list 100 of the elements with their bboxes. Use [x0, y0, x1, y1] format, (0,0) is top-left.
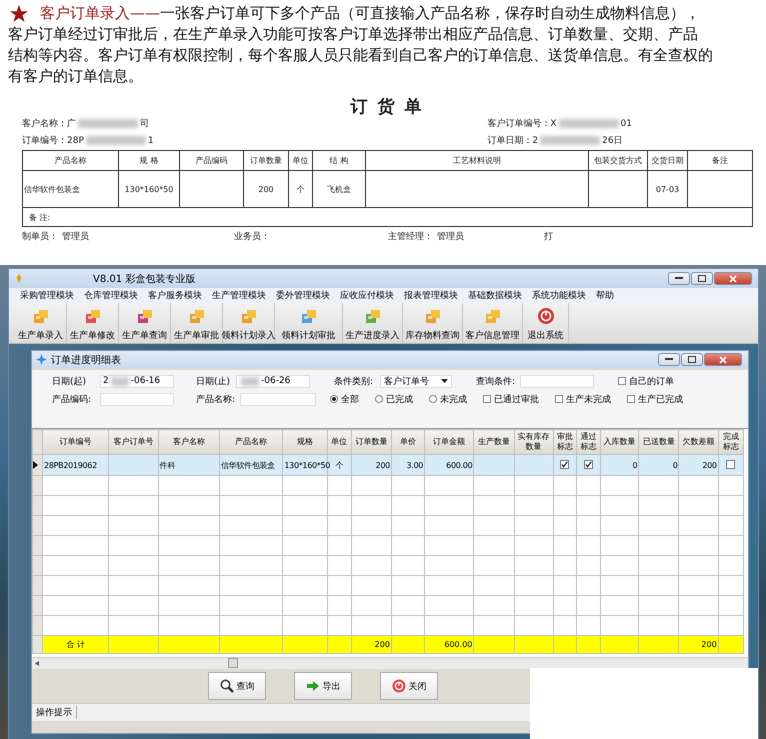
action-button[interactable]: 导出: [294, 672, 352, 700]
boxes-icon: [32, 307, 50, 325]
checkbox[interactable]: [560, 460, 570, 469]
field-label: 订单日期：: [487, 134, 532, 147]
window-title: V8.01 彩盒包装专业版: [93, 272, 196, 286]
column-header: 订单数量: [244, 150, 288, 170]
menu-item[interactable]: 仓库管理模块: [79, 289, 143, 302]
menu-item[interactable]: 应收应付模块: [335, 289, 399, 302]
option-label: 未完成: [440, 394, 467, 406]
caret-icon: [441, 379, 448, 383]
field-label: 产品名称:: [196, 394, 236, 406]
checkbox[interactable]: [627, 395, 635, 403]
restore-icon: [698, 275, 706, 282]
action-button[interactable]: 关闭: [380, 672, 438, 700]
menu-item[interactable]: 客户服务模块: [143, 289, 207, 302]
scroll-thumb[interactable]: [228, 658, 238, 668]
left-arrow-icon: [35, 661, 39, 666]
minimize-button[interactable]: [668, 272, 690, 285]
document-title: 订 货 单: [349, 96, 424, 117]
status-text: 操作提示: [32, 706, 77, 719]
field-label: 主管经理：: [388, 230, 433, 242]
input-field[interactable]: 2 -06-16: [100, 374, 174, 388]
field-label: 制单员：: [22, 230, 58, 242]
table-cell: 130*160*50: [118, 170, 180, 208]
window-title: 订单进度明细表: [51, 354, 121, 366]
boxes-icon: [484, 307, 502, 325]
column-header: 订单数量: [351, 430, 392, 454]
close-icon: [719, 356, 727, 364]
field-label: 打: [544, 230, 553, 242]
option-label: 生产已完成: [638, 394, 683, 406]
radio-button[interactable]: [375, 395, 383, 403]
menu-item[interactable]: 采购管理模块: [15, 289, 79, 302]
toolbar-button[interactable]: 生产进度录入: [343, 303, 403, 343]
option-label: 已完成: [386, 394, 413, 406]
input-field[interactable]: [100, 392, 174, 406]
field-value: 广: [67, 118, 76, 130]
field-label: 业务员：: [234, 230, 270, 242]
table-cell: 28PB2019062: [42, 454, 109, 476]
radio-button[interactable]: [429, 395, 437, 403]
maximize-button[interactable]: [681, 353, 703, 366]
action-button[interactable]: 查询: [208, 672, 266, 700]
restore-icon: [688, 356, 696, 363]
toolbar-button[interactable]: 退出系统: [523, 303, 569, 343]
star-icon: [36, 354, 47, 365]
checkbox[interactable]: [584, 460, 593, 469]
input-field[interactable]: [240, 392, 316, 406]
input-field[interactable]: -06-26: [236, 374, 310, 388]
toolbar-button[interactable]: 生产单审批: [171, 303, 223, 343]
checkbox[interactable]: [555, 395, 563, 403]
column-header: 单价: [391, 430, 425, 454]
column-header: 产品编码: [180, 150, 244, 170]
toolbar-button[interactable]: 领料计划审批: [275, 303, 343, 343]
menu-item[interactable]: 生产管理模块: [207, 289, 271, 302]
radio-button[interactable]: [330, 395, 338, 403]
description-text: 有客户的订单信息。: [8, 66, 144, 87]
menu-item[interactable]: 报表管理模块: [399, 289, 463, 302]
toolbar-button[interactable]: 领料计划录入: [223, 303, 275, 343]
toolbar-button[interactable]: 客户信息管理: [463, 303, 523, 343]
column-header: 客户名称: [158, 430, 220, 454]
field-label: 日期(止): [196, 376, 232, 388]
column-header: 已送数量: [638, 430, 679, 454]
minimize-icon: [665, 358, 673, 361]
table-cell: 200: [678, 454, 718, 476]
menu-item[interactable]: 帮助: [591, 289, 619, 302]
scrollbar[interactable]: [32, 657, 748, 669]
toolbar-button[interactable]: 生产单查询: [119, 303, 171, 343]
triangle-icon: [33, 461, 38, 469]
menu-item[interactable]: 系统功能模块: [527, 289, 591, 302]
column-header: 单位: [327, 430, 352, 454]
menu-item[interactable]: 委外管理模块: [271, 289, 335, 302]
field-label: 查询条件:: [476, 376, 516, 388]
table-cell: 0: [600, 454, 639, 476]
menu-item[interactable]: 基础数据模块: [463, 289, 527, 302]
minimize-button[interactable]: [658, 353, 680, 366]
redacted-blur: [558, 119, 619, 128]
column-header: 工艺材料说明: [366, 150, 588, 170]
column-header: 包装交货方式: [588, 150, 648, 170]
total-label: 合 计: [42, 636, 109, 654]
field-value: 26日: [602, 135, 623, 147]
field-value: X: [550, 118, 557, 128]
column-header: 客户订单号: [108, 430, 158, 454]
input-field[interactable]: [520, 374, 594, 388]
boxes-icon: [424, 307, 442, 325]
table-cell: 600.00: [424, 636, 474, 654]
boxes-icon: [84, 307, 102, 325]
dropdown[interactable]: 客户订单号: [380, 374, 452, 388]
toolbar-button[interactable]: 库存物料查询: [403, 303, 463, 343]
toolbar-button[interactable]: 生产单录入: [15, 303, 67, 343]
checkbox[interactable]: [726, 460, 736, 468]
column-header: 入库数量: [600, 430, 639, 454]
section-title: 客户订单录入——: [40, 3, 160, 24]
close-button[interactable]: [714, 272, 752, 285]
redacted-blur: [78, 119, 138, 128]
checkbox[interactable]: [483, 395, 491, 403]
field-value: 2: [532, 136, 538, 146]
field-label: 订单编号：: [22, 134, 67, 147]
maximize-button[interactable]: [691, 272, 713, 285]
close-button[interactable]: [704, 353, 742, 366]
checkbox[interactable]: [618, 377, 626, 385]
toolbar-button[interactable]: 生产单修改: [67, 303, 119, 343]
